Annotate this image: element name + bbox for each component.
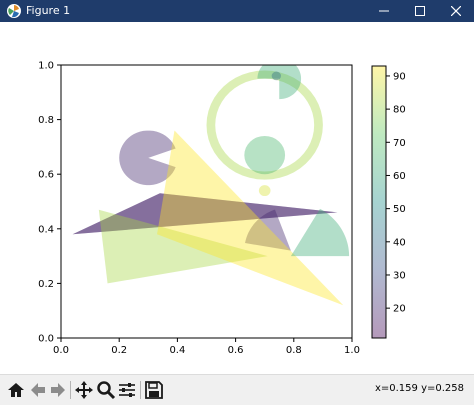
figure-canvas[interactable]: 0.0 0.2 0.4 0.6 0.8 1.0 0.0 0.2 0.4 0.6 0.8 1.0 20… bbox=[0, 22, 474, 372]
save-button[interactable] bbox=[144, 380, 164, 400]
cursor-coordinates: x=0.159 y=0.258 bbox=[374, 383, 464, 394]
y-tick-label: 0.0 bbox=[38, 334, 54, 345]
matplotlib-logo-icon bbox=[7, 4, 21, 18]
colorbar-tick-label: 80 bbox=[393, 105, 406, 116]
pan-icon bbox=[75, 381, 93, 399]
y-tick-label: 1.0 bbox=[38, 61, 54, 72]
colorbar-tick-label: 70 bbox=[393, 138, 406, 149]
x-tick-label: 0.0 bbox=[53, 345, 69, 356]
navigation-toolbar: x=0.159 y=0.258 bbox=[0, 374, 474, 405]
circle-patch bbox=[244, 135, 286, 175]
y-tick-label: 0.6 bbox=[38, 170, 54, 181]
y-tick-label: 0.2 bbox=[38, 279, 54, 290]
x-tick-label: 0.8 bbox=[286, 345, 302, 356]
x-tick-label: 1.0 bbox=[344, 345, 360, 356]
colorbar-tick-label: 50 bbox=[393, 204, 406, 215]
back-arrow-icon bbox=[31, 383, 45, 397]
toolbar-separator bbox=[140, 381, 141, 399]
zoom-icon bbox=[97, 381, 116, 400]
home-icon bbox=[8, 383, 24, 397]
colorbar-tick-label: 20 bbox=[393, 304, 406, 315]
colorbar-tick-label: 90 bbox=[393, 71, 406, 82]
x-tick-label: 0.4 bbox=[169, 345, 185, 356]
wedge-patch bbox=[290, 208, 350, 257]
minimize-button[interactable] bbox=[366, 0, 402, 22]
x-tick-label: 0.2 bbox=[111, 345, 127, 356]
close-icon bbox=[451, 6, 461, 16]
toolbar-separator bbox=[70, 381, 71, 399]
x-tick-label: 0.6 bbox=[228, 345, 244, 356]
home-button[interactable] bbox=[6, 380, 26, 400]
colorbar-tick-label: 30 bbox=[393, 270, 406, 281]
colorbar-tick-label: 60 bbox=[393, 171, 406, 182]
close-button[interactable] bbox=[438, 0, 474, 22]
back-button[interactable] bbox=[28, 380, 48, 400]
window-title: Figure 1 bbox=[26, 4, 71, 17]
y-tick-label: 0.4 bbox=[38, 224, 54, 235]
configure-subplots-button[interactable] bbox=[117, 380, 137, 400]
plot-area: 0.0 0.2 0.4 0.6 0.8 1.0 0.0 0.2 0.4 0.6 0.8 1.0 20… bbox=[38, 61, 406, 357]
save-icon bbox=[145, 381, 163, 399]
configure-subplots-icon bbox=[119, 383, 135, 397]
window-titlebar: Figure 1 bbox=[0, 0, 474, 22]
pan-button[interactable] bbox=[74, 380, 94, 400]
zoom-button[interactable] bbox=[96, 380, 116, 400]
forward-button[interactable] bbox=[48, 380, 68, 400]
colorbar-tick-label: 40 bbox=[393, 237, 406, 248]
circle-patch bbox=[258, 185, 271, 197]
maximize-icon bbox=[415, 6, 425, 16]
minimize-icon bbox=[379, 10, 389, 12]
circle-patch bbox=[271, 71, 281, 81]
forward-arrow-icon bbox=[51, 383, 65, 397]
y-tick-label: 0.8 bbox=[38, 115, 54, 126]
maximize-button[interactable] bbox=[402, 0, 438, 22]
colorbar bbox=[371, 65, 387, 339]
